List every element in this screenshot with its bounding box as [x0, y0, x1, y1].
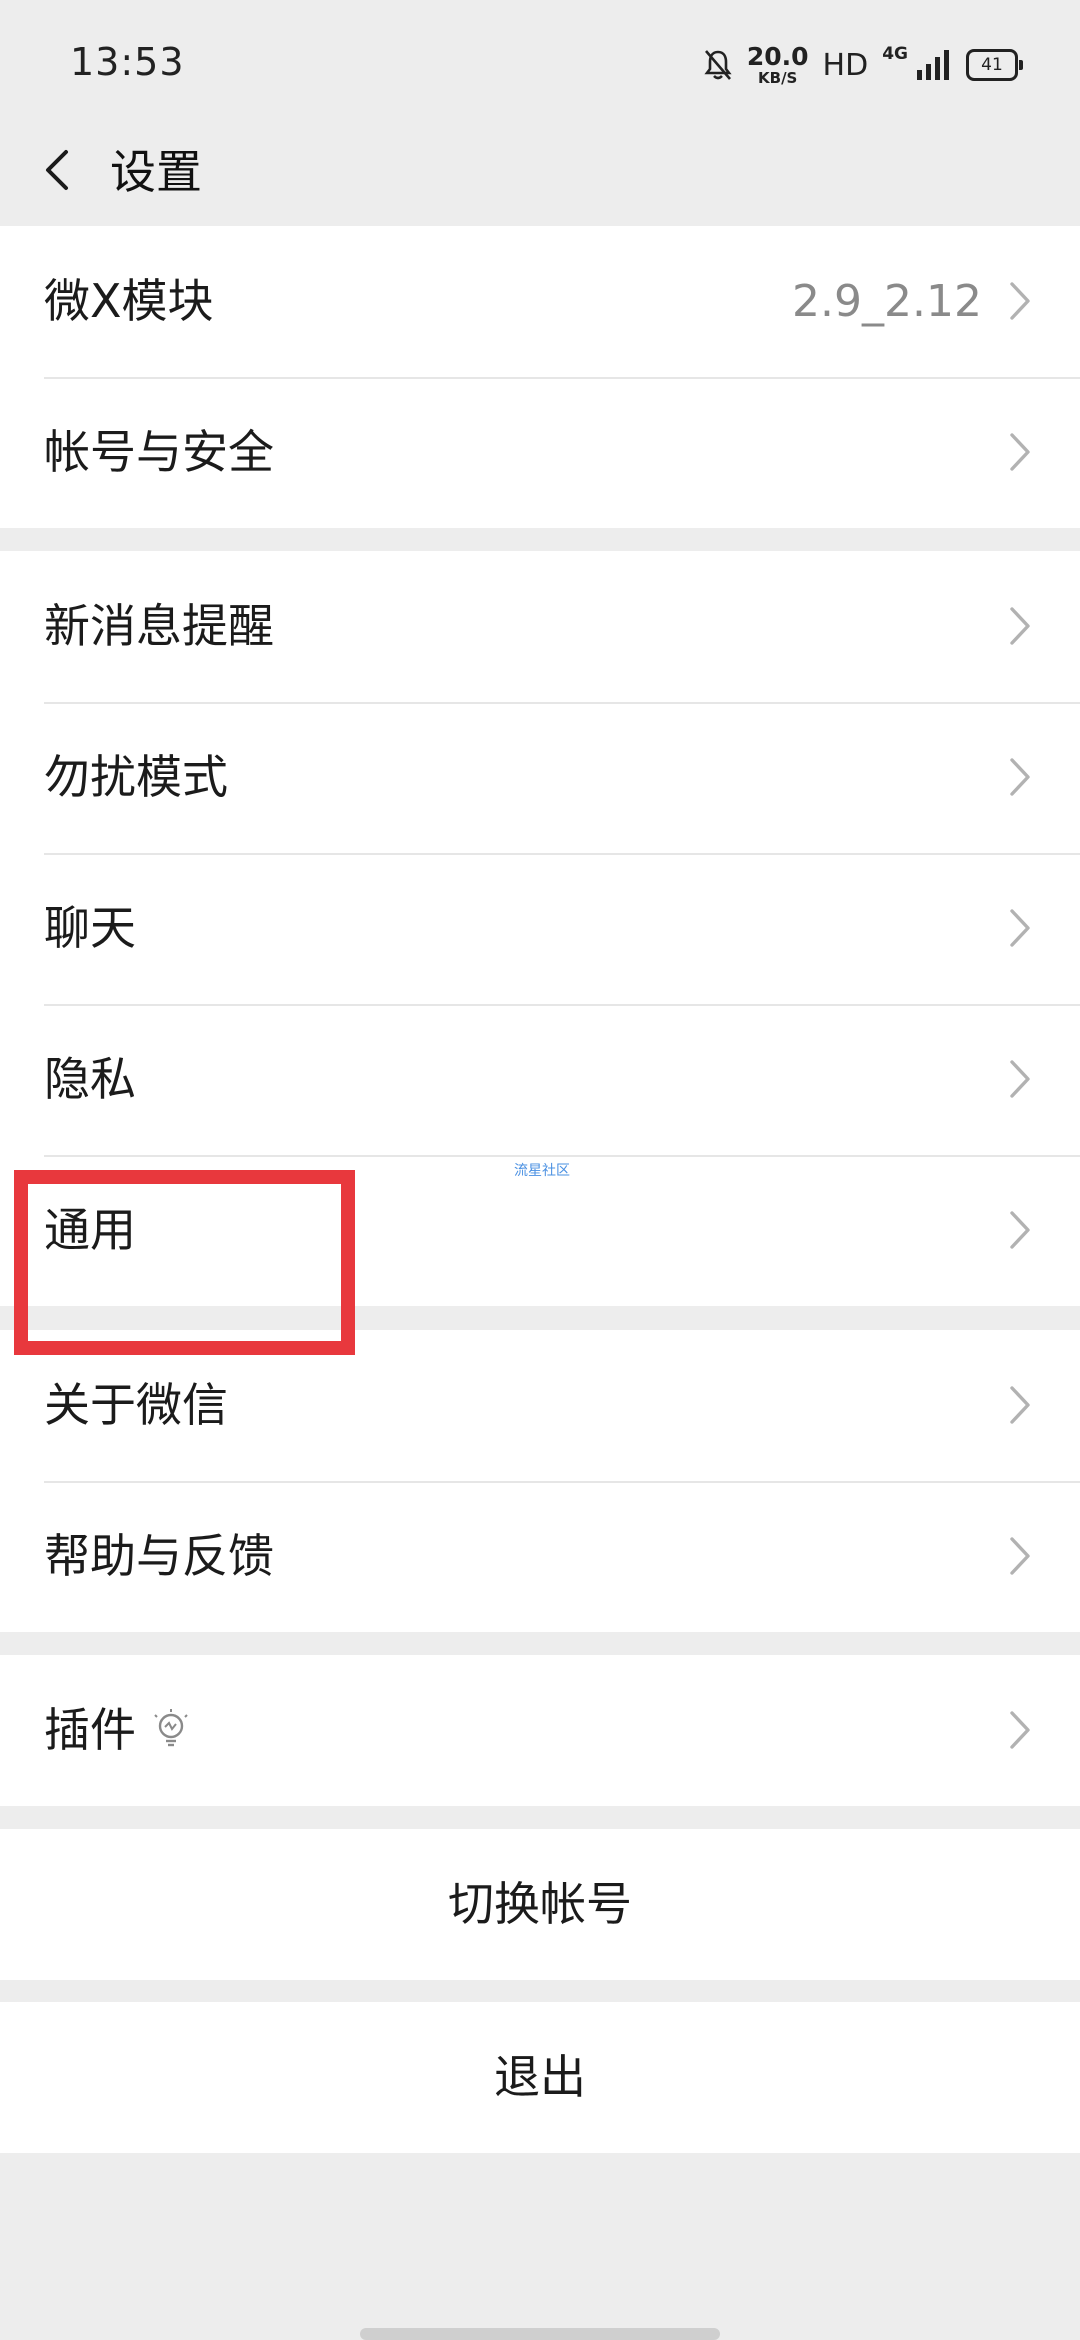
network-speed-value: 20.0 — [746, 42, 809, 71]
nav-bar: 设置 — [0, 110, 1080, 226]
status-time: 13:53 — [70, 40, 185, 84]
logout-section: 退出 — [0, 2002, 1080, 2153]
network-speed: 20.0 KB/S — [747, 44, 809, 86]
settings-group-module: 微X模块 2.9_2.12 帐号与安全 — [0, 226, 1080, 528]
chevron-right-icon — [1010, 1537, 1030, 1575]
settings-item-label: 帐号与安全 — [44, 425, 274, 479]
chevron-right-icon — [1010, 1060, 1030, 1098]
highlight-annotation-box — [14, 1170, 355, 1355]
settings-item-label: 插件 — [44, 1703, 136, 1757]
switch-account-section: 切换帐号 — [0, 1829, 1080, 1980]
settings-item-label: 新消息提醒 — [44, 599, 274, 653]
battery-level: 41 — [981, 55, 1003, 75]
switch-account-label: 切换帐号 — [448, 1877, 632, 1931]
settings-item-chat[interactable]: 聊天 — [0, 853, 1080, 1004]
switch-account-button[interactable]: 切换帐号 — [0, 1829, 1080, 1980]
chevron-right-icon — [1010, 909, 1030, 947]
chevron-right-icon — [1010, 1211, 1030, 1249]
lightbulb-icon — [154, 1709, 188, 1747]
network-type: 4G — [882, 44, 908, 64]
chevron-right-icon — [1010, 758, 1030, 796]
settings-item-account-security[interactable]: 帐号与安全 — [0, 377, 1080, 528]
settings-group-about: 关于微信 帮助与反馈 — [0, 1330, 1080, 1632]
network-speed-unit: KB/S — [758, 69, 798, 87]
signal-icon — [917, 50, 949, 80]
home-indicator[interactable] — [360, 2328, 720, 2340]
settings-item-plugins[interactable]: 插件 — [0, 1655, 1080, 1806]
settings-item-help-feedback[interactable]: 帮助与反馈 — [0, 1481, 1080, 1632]
battery-indicator: 41 — [966, 49, 1023, 81]
settings-screen: 13:53 20.0 KB/S HD 4G 41 设置 微X模块 2.9_2.1… — [0, 0, 1080, 2340]
status-indicators: 20.0 KB/S HD 4G 41 — [689, 40, 1023, 90]
bell-off-icon — [704, 50, 732, 80]
watermark-text: 流星社区 — [514, 1163, 570, 1179]
settings-item-new-message-alert[interactable]: 新消息提醒 — [0, 551, 1080, 702]
settings-item-privacy[interactable]: 隐私 — [0, 1004, 1080, 1155]
module-version: 2.9_2.12 — [792, 276, 982, 327]
chevron-right-icon — [1010, 433, 1030, 471]
chevron-right-icon — [1010, 607, 1030, 645]
page-title: 设置 — [110, 145, 202, 199]
settings-item-label: 微X模块 — [44, 274, 214, 328]
settings-item-label: 帮助与反馈 — [44, 1529, 274, 1583]
settings-item-label: 聊天 — [44, 901, 136, 955]
logout-label: 退出 — [494, 2050, 586, 2104]
settings-item-label: 勿扰模式 — [44, 750, 228, 804]
settings-group-plugins: 插件 — [0, 1655, 1080, 1806]
logout-button[interactable]: 退出 — [0, 2002, 1080, 2153]
chevron-right-icon — [1010, 1711, 1030, 1749]
chevron-right-icon — [1010, 1386, 1030, 1424]
settings-item-label: 隐私 — [44, 1052, 136, 1106]
chevron-right-icon — [1010, 282, 1030, 320]
hd-indicator: HD — [822, 47, 869, 83]
settings-item-wx-module[interactable]: 微X模块 2.9_2.12 — [0, 226, 1080, 377]
settings-item-do-not-disturb[interactable]: 勿扰模式 — [0, 702, 1080, 853]
back-arrow-icon[interactable] — [34, 132, 84, 204]
